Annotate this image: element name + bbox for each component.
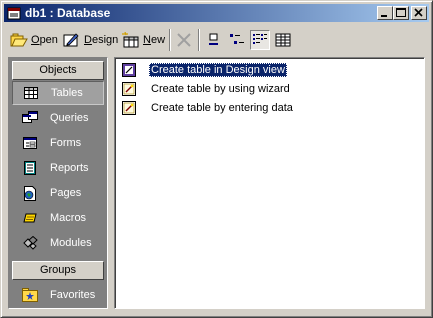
window-title: db1 : Database bbox=[25, 6, 111, 20]
table-icon bbox=[23, 85, 39, 101]
list-item-label: Create table by using wizard bbox=[151, 83, 290, 95]
open-label-rest: pen bbox=[39, 34, 58, 46]
toolbar-separator bbox=[198, 29, 200, 51]
database-window: db1 : Database Open Design New Objects T… bbox=[0, 0, 433, 318]
sidebar-item-label: Favorites bbox=[50, 289, 96, 301]
list-item-create-design-view[interactable]: Create table in Design view bbox=[121, 61, 287, 79]
new-label: New bbox=[143, 34, 166, 46]
sidebar-item-macros[interactable]: Macros bbox=[12, 206, 104, 230]
wizard-shortcut-icon bbox=[122, 82, 136, 96]
list-item-label: Create table in Design view bbox=[149, 63, 287, 77]
sidebar-item-label: Reports bbox=[50, 162, 89, 174]
groups-header-button[interactable]: Groups bbox=[12, 261, 104, 280]
sidebar-item-label: Modules bbox=[50, 237, 92, 249]
maximize-icon bbox=[396, 8, 406, 17]
maximize-button[interactable] bbox=[393, 6, 409, 20]
sidebar-item-label: Tables bbox=[51, 87, 83, 99]
close-button[interactable] bbox=[411, 6, 427, 20]
database-app-icon bbox=[7, 7, 21, 20]
new-icon bbox=[122, 32, 139, 48]
sidebar-item-favorites[interactable]: Favorites bbox=[12, 283, 104, 307]
list-item-create-entering-data[interactable]: Create table by entering data bbox=[121, 99, 295, 117]
sidebar-item-reports[interactable]: Reports bbox=[12, 156, 104, 180]
list-view-icon bbox=[253, 34, 267, 44]
design-label-rest: esign bbox=[91, 34, 119, 46]
minimize-button[interactable] bbox=[377, 6, 393, 20]
small-icons-icon bbox=[230, 34, 244, 44]
open-icon bbox=[10, 33, 28, 47]
object-list-pane: Create table in Design view Create table… bbox=[114, 57, 425, 309]
objects-header-button[interactable]: Objects bbox=[12, 61, 104, 80]
page-icon bbox=[22, 185, 38, 201]
large-icons-view-button[interactable] bbox=[204, 30, 224, 50]
new-button[interactable]: New bbox=[122, 29, 165, 51]
list-view-button[interactable] bbox=[250, 30, 270, 50]
sidebar-item-label: Macros bbox=[50, 212, 87, 224]
sidebar-item-pages[interactable]: Pages bbox=[12, 181, 104, 205]
form-icon bbox=[22, 135, 38, 151]
title-bar[interactable]: db1 : Database bbox=[4, 4, 429, 22]
open-label: Open bbox=[31, 34, 58, 46]
design-label: Design bbox=[84, 34, 119, 46]
details-view-icon bbox=[275, 33, 291, 47]
toolbar-separator bbox=[169, 29, 171, 51]
close-icon bbox=[414, 8, 423, 17]
open-button[interactable]: Open bbox=[10, 29, 58, 51]
delete-button[interactable] bbox=[175, 29, 193, 51]
list-item-label: Create table by entering data bbox=[151, 102, 293, 114]
query-icon bbox=[22, 110, 38, 126]
objects-bar: Objects Tables Queries Forms Reports Pag… bbox=[8, 57, 108, 309]
sidebar-item-tables[interactable]: Tables bbox=[12, 81, 104, 105]
toolbar: Open Design New bbox=[5, 25, 429, 55]
design-view-shortcut-icon bbox=[122, 63, 136, 77]
sidebar-item-label: Pages bbox=[50, 187, 82, 199]
sidebar-item-forms[interactable]: Forms bbox=[12, 131, 104, 155]
sidebar-item-modules[interactable]: Modules bbox=[12, 231, 104, 255]
design-button[interactable]: Design bbox=[63, 29, 118, 51]
delete-icon bbox=[177, 33, 191, 47]
list-item-create-wizard[interactable]: Create table by using wizard bbox=[121, 80, 292, 98]
sidebar-item-label: Forms bbox=[50, 137, 82, 149]
new-label-rest: ew bbox=[150, 34, 166, 46]
datasheet-shortcut-icon bbox=[122, 101, 136, 115]
large-icons-icon bbox=[209, 33, 218, 45]
macro-icon bbox=[22, 210, 38, 226]
details-view-button[interactable] bbox=[273, 30, 293, 50]
minimize-icon bbox=[381, 15, 387, 17]
small-icons-view-button[interactable] bbox=[227, 30, 247, 50]
report-icon bbox=[22, 160, 38, 176]
sidebar-item-queries[interactable]: Queries bbox=[12, 106, 104, 130]
module-icon bbox=[22, 235, 38, 251]
design-icon bbox=[63, 33, 79, 47]
favorites-folder-icon bbox=[22, 287, 38, 303]
sidebar-item-label: Queries bbox=[50, 112, 89, 124]
